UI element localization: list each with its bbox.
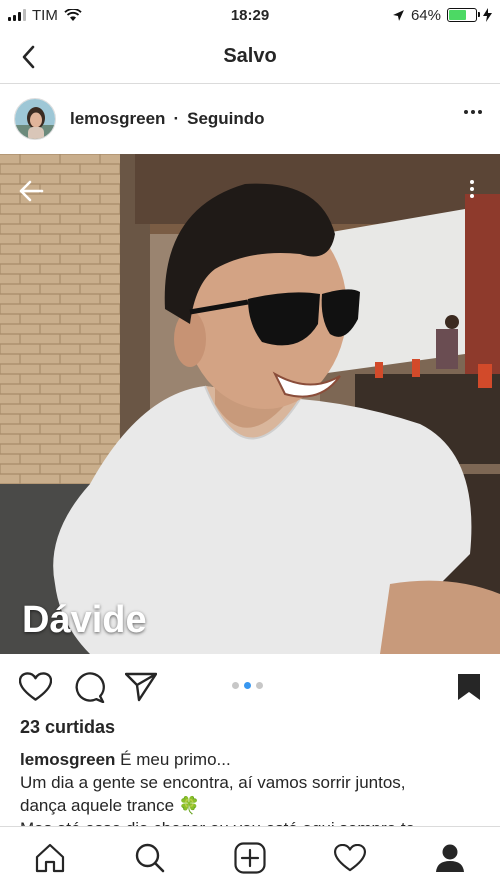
tab-search[interactable] [130, 838, 170, 878]
bookmark-icon [458, 674, 480, 700]
avatar-image [15, 99, 55, 139]
save-button[interactable] [452, 670, 486, 704]
post-username[interactable]: lemosgreen [70, 109, 165, 129]
tab-home[interactable] [30, 838, 70, 878]
caption-text-1: É meu primo... [120, 750, 231, 769]
clover-emoji: 🍀 [178, 796, 200, 815]
status-bar: TIM 18:29 64% [0, 0, 500, 30]
location-arrow-icon [393, 9, 404, 21]
tab-new-post[interactable] [230, 838, 270, 878]
home-icon [35, 843, 65, 872]
story-menu-icon[interactable] [470, 180, 474, 198]
comment-button[interactable] [72, 670, 106, 704]
caption-line-1: lemosgreen É meu primo... [20, 748, 480, 771]
carousel-dot [256, 682, 263, 689]
tab-bar [0, 826, 500, 888]
caption-text-2: Um dia a gente se encontra, aí vamos sor… [20, 773, 406, 792]
status-right: 64% [392, 7, 492, 24]
battery-fill [449, 10, 466, 20]
caption-text-4: Mas até esse dia chegar eu vou está aqui… [20, 817, 480, 826]
send-icon [125, 672, 157, 702]
battery-icon [447, 8, 480, 22]
caption-username[interactable]: lemosgreen [20, 750, 115, 769]
heart-icon [18, 672, 52, 701]
caption-text-3: dança aquele trance [20, 796, 175, 815]
carousel-indicator [232, 682, 263, 689]
add-icon [234, 841, 266, 874]
nav-bar: Salvo [0, 30, 500, 84]
profile-icon [436, 844, 464, 872]
like-button[interactable] [18, 670, 52, 704]
photo-overlay-text: Dávide [22, 599, 147, 641]
comment-icon [75, 671, 105, 703]
post-actions [0, 666, 500, 706]
post-photo-image [0, 154, 500, 654]
story-back-arrow-icon[interactable] [18, 180, 44, 202]
carousel-dot [244, 682, 251, 689]
activity-icon [334, 843, 366, 871]
search-icon [135, 843, 165, 872]
post-header: lemosgreen · Seguindo [0, 92, 500, 146]
post-caption: lemosgreen É meu primo... Um dia a gente… [20, 748, 480, 826]
more-options-button[interactable] [464, 110, 482, 114]
post-user-info: lemosgreen · Seguindo [70, 109, 265, 129]
follow-status[interactable]: Seguindo [187, 109, 264, 129]
charging-bolt-icon [483, 8, 492, 22]
tab-profile[interactable] [430, 838, 470, 878]
separator-dot: · [173, 109, 180, 128]
post-photo[interactable]: Dávide [0, 154, 500, 654]
status-left: TIM [8, 7, 82, 24]
back-button[interactable] [14, 42, 42, 72]
share-button[interactable] [124, 670, 158, 704]
wifi-icon [64, 8, 82, 21]
battery-percent: 64% [410, 6, 441, 24]
tab-activity[interactable] [330, 838, 370, 878]
page-title: Salvo [223, 45, 277, 67]
avatar[interactable] [14, 98, 56, 140]
caption-line-3: dança aquele trance 🍀 [20, 794, 480, 817]
chevron-left-icon [22, 45, 35, 69]
signal-icon [8, 9, 26, 21]
carrier-label: TIM [32, 6, 58, 24]
likes-count[interactable]: 23 curtidas [20, 717, 115, 738]
carousel-dot [232, 682, 239, 689]
